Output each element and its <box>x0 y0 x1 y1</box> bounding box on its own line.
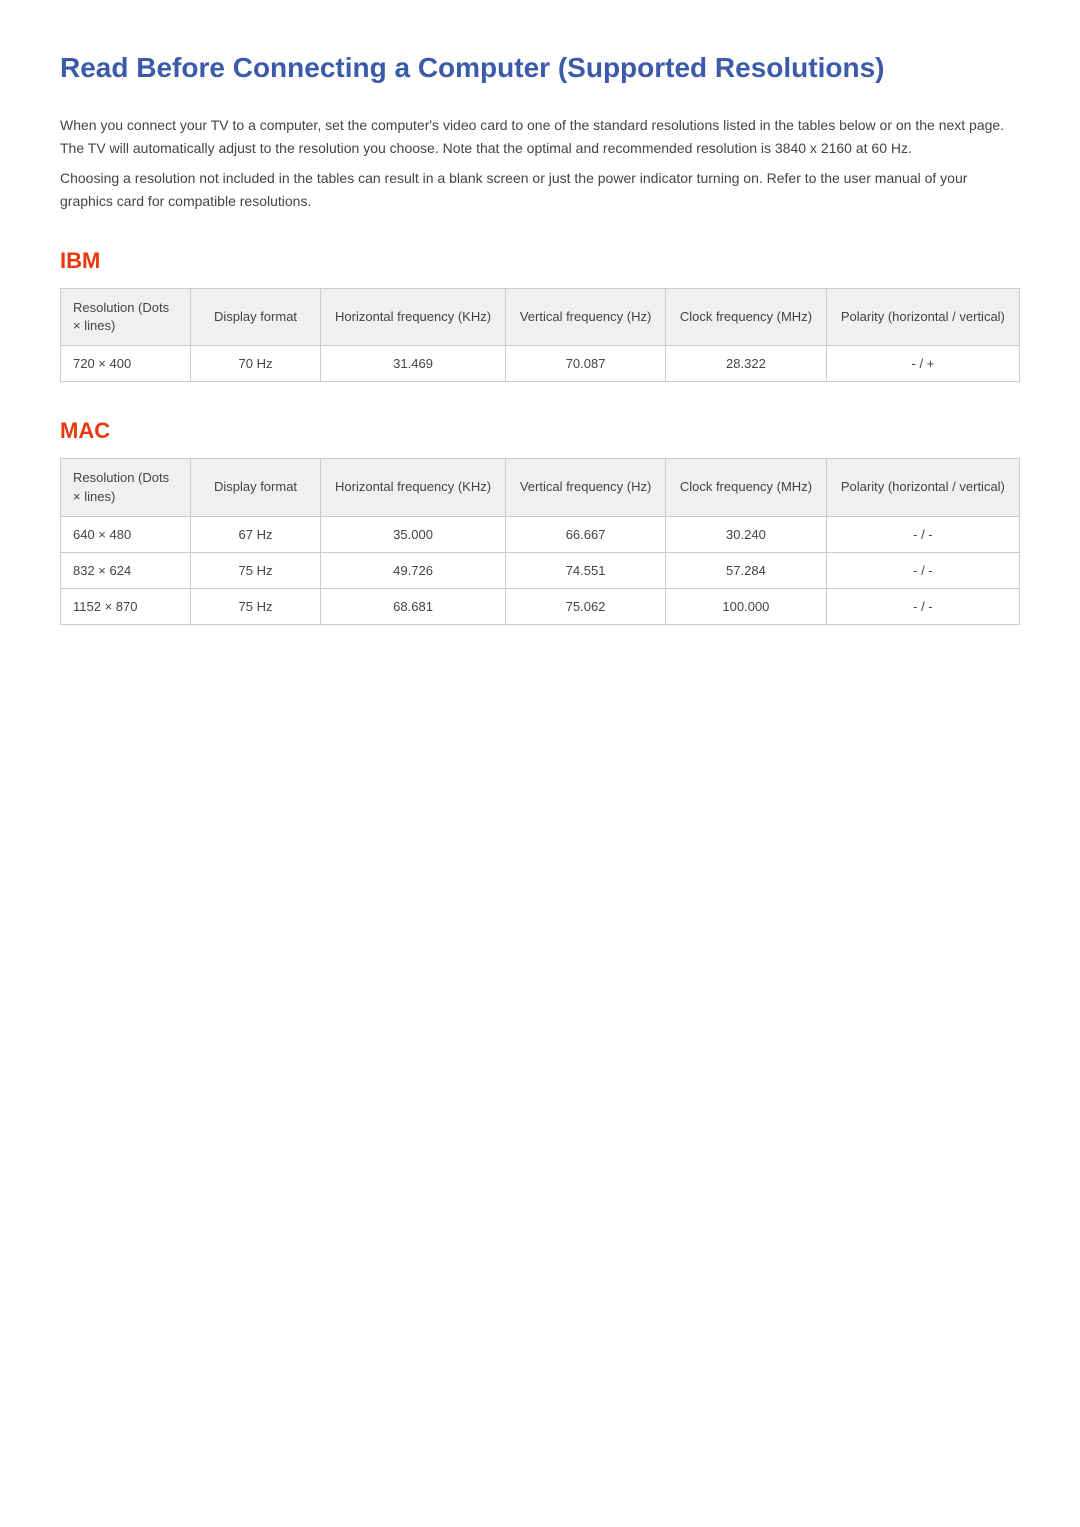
cell-clock: 30.240 <box>666 516 827 552</box>
cell-clock: 100.000 <box>666 588 827 624</box>
cell-vertical: 66.667 <box>506 516 666 552</box>
cell-horizontal: 49.726 <box>321 552 506 588</box>
table-row: 720 × 400 70 Hz 31.469 70.087 28.322 - /… <box>61 346 1020 382</box>
intro-paragraph-2: Choosing a resolution not included in th… <box>60 167 1020 212</box>
mac-section-title: MAC <box>60 418 1020 444</box>
cell-polarity: - / - <box>826 516 1019 552</box>
cell-clock: 28.322 <box>666 346 827 382</box>
cell-polarity: - / - <box>826 552 1019 588</box>
table-row: 1152 × 870 75 Hz 68.681 75.062 100.000 -… <box>61 588 1020 624</box>
cell-polarity: - / - <box>826 588 1019 624</box>
cell-resolution: 832 × 624 <box>61 552 191 588</box>
cell-display-format: 70 Hz <box>191 346 321 382</box>
mac-header-horizontal: Horizontal frequency (KHz) <box>321 459 506 516</box>
ibm-header-horizontal: Horizontal frequency (KHz) <box>321 288 506 345</box>
ibm-header-resolution: Resolution (Dots × lines) <box>61 288 191 345</box>
cell-display-format: 75 Hz <box>191 552 321 588</box>
ibm-header-clock: Clock frequency (MHz) <box>666 288 827 345</box>
ibm-header-vertical: Vertical frequency (Hz) <box>506 288 666 345</box>
table-row: 832 × 624 75 Hz 49.726 74.551 57.284 - /… <box>61 552 1020 588</box>
cell-display-format: 75 Hz <box>191 588 321 624</box>
page-title: Read Before Connecting a Computer (Suppo… <box>60 50 1020 86</box>
ibm-header-polarity: Polarity (horizontal / vertical) <box>826 288 1019 345</box>
cell-vertical: 70.087 <box>506 346 666 382</box>
cell-horizontal: 35.000 <box>321 516 506 552</box>
cell-clock: 57.284 <box>666 552 827 588</box>
cell-horizontal: 31.469 <box>321 346 506 382</box>
mac-header-display-format: Display format <box>191 459 321 516</box>
cell-resolution: 720 × 400 <box>61 346 191 382</box>
cell-display-format: 67 Hz <box>191 516 321 552</box>
mac-header-resolution: Resolution (Dots × lines) <box>61 459 191 516</box>
intro-paragraph-1: When you connect your TV to a computer, … <box>60 114 1020 159</box>
ibm-table: Resolution (Dots × lines) Display format… <box>60 288 1020 382</box>
cell-resolution: 1152 × 870 <box>61 588 191 624</box>
mac-header-vertical: Vertical frequency (Hz) <box>506 459 666 516</box>
mac-header-polarity: Polarity (horizontal / vertical) <box>826 459 1019 516</box>
mac-header-clock: Clock frequency (MHz) <box>666 459 827 516</box>
ibm-header-display-format: Display format <box>191 288 321 345</box>
mac-table: Resolution (Dots × lines) Display format… <box>60 458 1020 624</box>
cell-vertical: 74.551 <box>506 552 666 588</box>
cell-resolution: 640 × 480 <box>61 516 191 552</box>
cell-polarity: - / + <box>826 346 1019 382</box>
table-row: 640 × 480 67 Hz 35.000 66.667 30.240 - /… <box>61 516 1020 552</box>
cell-vertical: 75.062 <box>506 588 666 624</box>
ibm-section-title: IBM <box>60 248 1020 274</box>
cell-horizontal: 68.681 <box>321 588 506 624</box>
